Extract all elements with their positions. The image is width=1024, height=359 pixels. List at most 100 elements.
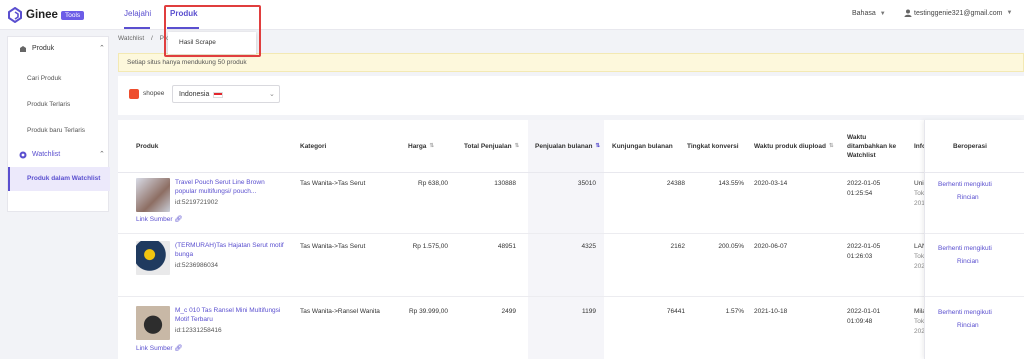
link-sumber-label: Link Sumber (136, 216, 173, 223)
header-divider (118, 172, 1024, 173)
cell-penjualan-bulanan: 4325 (581, 243, 596, 250)
cell-total-penjualan: 2499 (501, 308, 516, 315)
sidebar-item-produk-terlaris[interactable]: Produk Terlaris (27, 101, 70, 108)
column-header-label: Waktu produk diupload (754, 142, 826, 150)
chevron-down-icon: ▼ (1006, 10, 1013, 16)
notice-text: Setiap situs hanya mendukung 50 produk (127, 59, 247, 66)
breadcrumb: Watchlist / Prod (118, 35, 173, 42)
sidebar: Produk ⌃ Cari Produk Produk Terlaris Pro… (0, 30, 110, 359)
shopee-icon (129, 89, 139, 99)
sort-icon: ⇅ (514, 143, 520, 149)
row-divider (925, 296, 1024, 297)
breadcrumb-watchlist[interactable]: Watchlist (118, 35, 144, 42)
cell-kategori: Tas Wanita->Tas Serut (300, 243, 366, 250)
sidebar-item-produk-dalam-watchlist[interactable]: Produk dalam Watchlist (8, 167, 110, 191)
column-header-penjualan-bulanan[interactable]: Penjualan bulanan ⇅ (535, 120, 600, 172)
shop-label: shopee (143, 90, 165, 97)
header-divider (925, 172, 1024, 173)
sort-icon: ⇅ (429, 143, 435, 149)
sidebar-group-label: Produk (32, 45, 55, 52)
watchlist-icon (19, 151, 27, 159)
unfollow-button[interactable]: Berhenti mengikuti (938, 181, 992, 188)
external-link-icon: 🔗︎ (174, 216, 183, 223)
cell-penjualan-bulanan: 1199 (582, 308, 596, 315)
filter-bar: shopee Indonesia ⌄ (118, 76, 1024, 115)
cell-waktu-watchlist-time: 01:09:48 (847, 318, 873, 325)
sort-desc-icon: ⇅ (595, 143, 601, 149)
ginee-logo-icon (8, 7, 22, 23)
language-label: Bahasa (852, 10, 876, 17)
product-name-link[interactable]: M_c 010 Tas Ransel Mini Multifungsi Moti… (175, 306, 285, 324)
product-id: id:5219721902 (175, 199, 219, 206)
link-sumber[interactable]: Link Sumber 🔗︎ (136, 215, 183, 223)
sidebar-item-cari-produk[interactable]: Cari Produk (27, 75, 61, 82)
cell-kunjungan-bulanan: 76441 (666, 308, 685, 315)
tab-jelajahi[interactable]: Jelajahi (124, 9, 151, 18)
product-thumbnail[interactable] (136, 306, 170, 340)
country-select[interactable]: Indonesia ⌄ (172, 85, 280, 103)
indonesia-flag-icon (213, 92, 223, 98)
account-email: testinggenie321@gmail.com (914, 9, 1003, 17)
unfollow-button[interactable]: Berhenti mengikuti (938, 309, 992, 316)
unfollow-button[interactable]: Berhenti mengikuti (938, 245, 992, 252)
language-selector[interactable]: Bahasa ▼ (852, 10, 886, 17)
column-header-label: Penjualan bulanan (535, 142, 593, 150)
cell-total-penjualan: 48951 (497, 243, 516, 250)
column-header-kunjungan-bulanan: Kunjungan bulanan (612, 142, 673, 150)
store-icon (20, 46, 26, 52)
cell-tingkat-konversi: 1.57% (725, 308, 744, 315)
cell-kunjungan-bulanan: 2162 (670, 243, 685, 250)
cell-waktu-watchlist-date: 2022-01-05 (847, 180, 881, 187)
brand-name: Ginee (26, 9, 58, 21)
column-header-harga[interactable]: Harga ⇅ (408, 120, 434, 172)
chevron-down-icon: ▼ (879, 11, 886, 17)
ginee-logo[interactable]: Ginee Tools (7, 7, 85, 23)
link-sumber[interactable]: Link Sumber 🔗︎ (136, 344, 183, 352)
cell-waktu-upload: 2020-06-07 (754, 243, 788, 250)
column-header-produk: Produk (136, 142, 159, 150)
cell-waktu-watchlist-date: 2022-01-05 (847, 243, 881, 250)
product-thumbnail[interactable] (136, 178, 170, 212)
cell-kategori: Tas Wanita->Tas Serut (300, 180, 366, 187)
tab-produk-underline (167, 27, 199, 29)
product-thumbnail[interactable] (136, 241, 170, 275)
cell-harga: Rp 1.575,00 (412, 243, 448, 250)
column-header-waktu-upload[interactable]: Waktu produk diupload ⇅ (754, 120, 834, 172)
user-icon (904, 9, 912, 17)
tab-produk[interactable]: Produk (170, 9, 198, 18)
column-header-kategori: Kategori (300, 142, 327, 150)
account-menu[interactable]: testinggenie321@gmail.com ▼ (904, 9, 1012, 17)
column-header-label: Harga (408, 142, 427, 150)
menu-item-hasil-scrape[interactable]: Hasil Scrape (179, 39, 216, 46)
country-value: Indonesia (179, 91, 210, 98)
column-header-tingkat-konversi: Tingkat konversi (687, 142, 739, 150)
sidebar-group-label: Watchlist (32, 151, 61, 158)
breadcrumb-separator: / (150, 35, 153, 42)
product-name-link[interactable]: Travel Pouch Serut Line Brown popular mu… (175, 178, 285, 196)
watchlist-table: Produk Kategori Harga ⇅ Total Penjualan ⇅ … (118, 120, 1024, 359)
column-header-total-penjualan[interactable]: Total Penjualan ⇅ (464, 120, 519, 172)
sidebar-group-produk[interactable]: Produk ⌃ (8, 37, 110, 61)
sidebar-item-produk-baru-terlaris[interactable]: Produk baru Terlaris (27, 127, 85, 134)
cell-tingkat-konversi: 143.55% (718, 180, 744, 187)
product-id: id:5236986034 (175, 262, 219, 269)
top-navigation-bar: Ginee Tools Jelajahi Produk Bahasa ▼ test… (0, 0, 1024, 30)
produk-dropdown-menu: Hasil Scrape (168, 32, 256, 54)
external-link-icon: 🔗︎ (174, 345, 183, 352)
details-button[interactable]: Rincian (957, 194, 979, 201)
row-divider (118, 233, 1024, 234)
column-header-beroperasi: Beroperasi (953, 142, 987, 150)
sort-icon: ⇅ (828, 143, 834, 149)
details-button[interactable]: Rincian (957, 258, 979, 265)
cell-kunjungan-bulanan: 24388 (666, 180, 685, 187)
sidebar-group-watchlist[interactable]: Watchlist ⌃ (8, 143, 110, 167)
details-button[interactable]: Rincian (957, 322, 979, 329)
cell-waktu-watchlist-time: 01:25:54 (847, 190, 873, 197)
cell-tingkat-konversi: 200.05% (718, 243, 744, 250)
cell-waktu-watchlist-date: 2022-01-01 (847, 308, 881, 315)
product-name-link[interactable]: (TERMURAH)Tas Hajatan Serut motif bunga (175, 241, 285, 259)
product-id: id:12331258416 (175, 327, 222, 334)
sidebar-panel: Produk ⌃ Cari Produk Produk Terlaris Pro… (7, 36, 110, 212)
column-header-label: Total Penjualan (464, 142, 512, 150)
cell-kategori: Tas Wanita->Ransel Wanita (300, 308, 380, 315)
